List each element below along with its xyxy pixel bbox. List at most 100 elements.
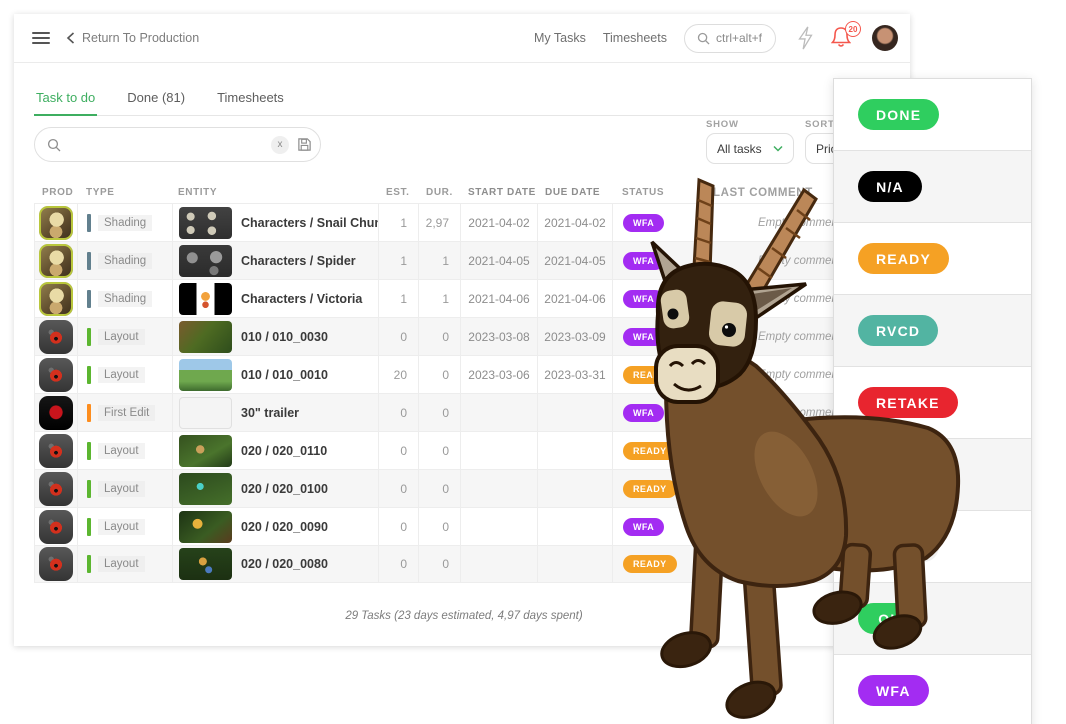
chevron-left-icon <box>66 32 75 44</box>
status-badge[interactable]: WFA <box>623 328 664 346</box>
notifications-bell[interactable]: 20 <box>831 25 855 51</box>
status-badge[interactable]: READY <box>623 480 677 498</box>
back-label: Return To Production <box>82 31 199 45</box>
entity-name: 020 / 020_0080 <box>241 557 328 571</box>
status-option-badge[interactable]: N/A <box>858 171 922 202</box>
status-option-badge[interactable]: OK <box>858 603 922 634</box>
task-type-label: Shading <box>98 253 152 269</box>
task-type-label: Layout <box>98 556 145 572</box>
due-date-cell: 2021-04-02 <box>537 204 612 241</box>
estimation-cell: 1 <box>378 280 418 317</box>
status-option[interactable]: WFA <box>834 655 1031 724</box>
status-option-badge[interactable]: DONE <box>858 99 939 130</box>
user-avatar[interactable] <box>872 25 898 51</box>
due-date-cell <box>537 432 612 469</box>
show-filter-dropdown[interactable]: All tasks <box>706 133 794 164</box>
status-option[interactable]: DONE <box>834 79 1031 151</box>
status-option[interactable] <box>834 439 1031 511</box>
status-badge[interactable]: WFA <box>623 290 664 308</box>
task-type-cell: Shading <box>77 242 172 279</box>
table-row[interactable]: Layout 010 / 010_0010 20 0 2023-03-06 20… <box>34 355 894 393</box>
entity-thumbnail <box>179 435 232 467</box>
production-avatar <box>39 547 73 581</box>
status-option-badge[interactable]: READY <box>858 243 949 274</box>
status-badge[interactable]: WFA <box>623 214 664 232</box>
task-type-color-bar <box>87 442 91 460</box>
tab[interactable]: Timesheets <box>215 84 286 115</box>
nav-my-tasks[interactable]: My Tasks <box>534 31 586 45</box>
entity-thumbnail <box>179 207 232 239</box>
task-type-color-bar <box>87 555 91 573</box>
table-row[interactable]: Shading Characters / Spider 1 1 2021-04-… <box>34 241 894 279</box>
table-row[interactable]: Layout 020 / 020_0100 0 0 READY Empty co… <box>34 469 894 507</box>
status-option-badge[interactable] <box>858 459 946 490</box>
estimation-cell: 0 <box>378 394 418 431</box>
clear-search-button[interactable]: x <box>271 136 289 154</box>
status-option[interactable]: N/A <box>834 151 1031 223</box>
status-option-badge[interactable]: RETAKE <box>858 387 958 418</box>
status-badge[interactable]: READY <box>623 442 677 460</box>
estimation-cell: 0 <box>378 432 418 469</box>
production-avatar <box>39 434 73 468</box>
start-date-cell <box>460 508 537 545</box>
app-screen: Return To Production My Tasks Timesheets… <box>0 0 1066 724</box>
status-option[interactable]: RVCD <box>834 295 1031 367</box>
tab[interactable]: Done (81) <box>125 84 187 115</box>
column-header-est: EST. <box>378 187 418 198</box>
status-option[interactable]: READY <box>834 223 1031 295</box>
hamburger-menu-icon[interactable] <box>32 29 50 47</box>
topbar-right: My Tasks Timesheets ctrl+alt+f 20 <box>534 24 898 53</box>
table-row[interactable]: Layout 020 / 020_0080 0 0 READY Empty co… <box>34 545 894 583</box>
entity-thumbnail <box>179 321 232 353</box>
estimation-cell: 0 <box>378 508 418 545</box>
task-search-bar: x <box>34 127 321 162</box>
column-header-type: TYPE <box>77 187 172 198</box>
global-search-button[interactable]: ctrl+alt+f <box>684 24 776 53</box>
status-badge[interactable]: WFA <box>623 252 664 270</box>
column-header-start-date: START DATE <box>460 187 537 198</box>
table-row[interactable]: Shading Characters / Victoria 1 1 2021-0… <box>34 279 894 317</box>
nav-timesheets[interactable]: Timesheets <box>603 31 667 45</box>
save-search-button[interactable] <box>297 137 312 152</box>
task-type-cell: Layout <box>77 432 172 469</box>
task-type-cell: Shading <box>77 280 172 317</box>
start-date-cell <box>460 546 537 582</box>
status-option-badge[interactable]: RVCD <box>858 315 938 346</box>
entity-name: 020 / 020_0110 <box>241 444 327 458</box>
lightning-icon[interactable] <box>797 26 814 50</box>
task-type-cell: Layout <box>77 318 172 355</box>
table-row[interactable]: Layout 020 / 020_0110 0 0 READY Empty co… <box>34 431 894 469</box>
estimation-cell: 0 <box>378 546 418 582</box>
table-body: Shading Characters / Snail Chunky 1 2,97… <box>34 203 894 583</box>
task-type-cell: First Edit <box>77 394 172 431</box>
table-row[interactable]: First Edit 30" trailer 0 0 WFA Empty com… <box>34 393 894 431</box>
duration-cell: 0 <box>418 470 460 507</box>
status-option[interactable]: OK <box>834 583 1031 655</box>
status-badge[interactable]: READY <box>623 366 677 384</box>
status-badge[interactable]: READY <box>623 555 677 573</box>
tab[interactable]: Task to do <box>34 84 97 116</box>
status-badge[interactable]: WFA <box>623 404 664 422</box>
back-to-production-link[interactable]: Return To Production <box>66 31 199 45</box>
table-row[interactable]: Layout 020 / 020_0090 0 0 WFA Empty comm… <box>34 507 894 545</box>
entity-name: 020 / 020_0100 <box>241 482 328 496</box>
status-option-badge[interactable]: TODO <box>858 531 939 562</box>
task-search-input[interactable] <box>69 138 271 152</box>
due-date-cell: 2021-04-05 <box>537 242 612 279</box>
status-option[interactable]: RETAKE <box>834 367 1031 439</box>
entity-name: Characters / Spider <box>241 254 356 268</box>
search-icon <box>697 32 710 45</box>
status-option[interactable]: TODO <box>834 511 1031 583</box>
status-option-badge[interactable]: WFA <box>858 675 929 706</box>
task-type-color-bar <box>87 328 91 346</box>
task-type-label: Layout <box>98 329 145 345</box>
entity-name: Characters / Victoria <box>241 292 362 306</box>
table-row[interactable]: Shading Characters / Snail Chunky 1 2,97… <box>34 203 894 241</box>
due-date-cell <box>537 546 612 582</box>
table-row[interactable]: Layout 010 / 010_0030 0 0 2023-03-08 202… <box>34 317 894 355</box>
entity-cell: 020 / 020_0090 <box>172 508 378 545</box>
status-badge[interactable]: WFA <box>623 518 664 536</box>
main-card: Return To Production My Tasks Timesheets… <box>14 14 910 646</box>
start-date-cell: 2023-03-08 <box>460 318 537 355</box>
task-type-color-bar <box>87 404 91 422</box>
